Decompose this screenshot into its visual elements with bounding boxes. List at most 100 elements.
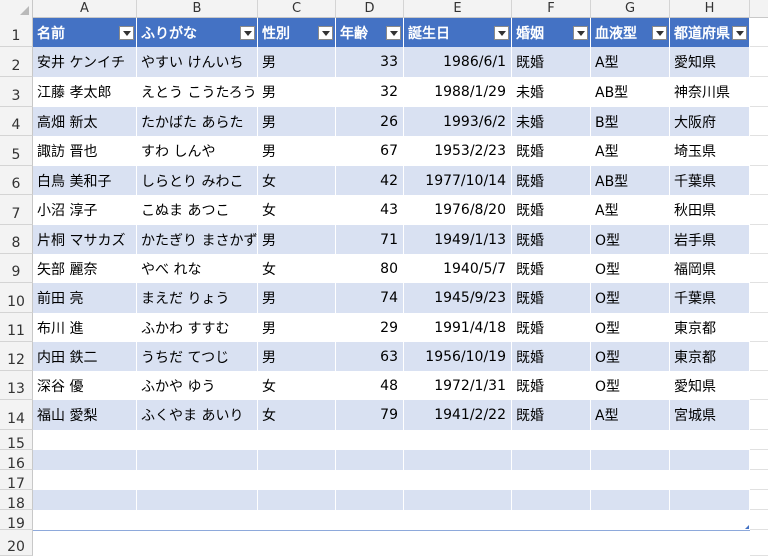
- table-cell[interactable]: 福山 愛梨: [33, 400, 137, 430]
- row-header-1[interactable]: 1: [0, 18, 33, 47]
- column-header-b[interactable]: B: [137, 0, 258, 18]
- table-cell[interactable]: 未婚: [512, 107, 591, 136]
- table-cell[interactable]: AB型: [591, 166, 670, 195]
- table-cell[interactable]: A型: [591, 195, 670, 225]
- table-cell[interactable]: [336, 490, 404, 510]
- table-cell[interactable]: 諏訪 晋也: [33, 136, 137, 166]
- table-cell[interactable]: [258, 510, 336, 530]
- filter-dropdown-icon[interactable]: [318, 25, 333, 40]
- table-cell[interactable]: [33, 470, 137, 490]
- table-cell[interactable]: 男: [258, 47, 336, 77]
- table-cell[interactable]: 既婚: [512, 371, 591, 400]
- table-cell[interactable]: [591, 510, 670, 530]
- table-cell[interactable]: 埼玉県: [670, 136, 750, 166]
- column-header-h[interactable]: H: [670, 0, 750, 18]
- table-header-cell[interactable]: 血液型: [591, 18, 670, 47]
- table-cell[interactable]: 東京都: [670, 342, 750, 371]
- table-cell[interactable]: [512, 490, 591, 510]
- row-header-20[interactable]: 20: [0, 530, 33, 556]
- table-cell[interactable]: 1988/1/29: [404, 77, 512, 107]
- table-cell[interactable]: 小沼 淳子: [33, 195, 137, 225]
- table-cell[interactable]: 男: [258, 313, 336, 342]
- table-cell[interactable]: [137, 450, 258, 470]
- table-cell[interactable]: ふかや ゆう: [137, 371, 258, 400]
- table-cell[interactable]: 深谷 優: [33, 371, 137, 400]
- row-header-11[interactable]: 11: [0, 313, 33, 342]
- table-cell[interactable]: 既婚: [512, 195, 591, 225]
- table-cell[interactable]: 男: [258, 107, 336, 136]
- row-header-12[interactable]: 12: [0, 342, 33, 371]
- table-cell[interactable]: [512, 430, 591, 450]
- table-cell[interactable]: 既婚: [512, 400, 591, 430]
- table-cell[interactable]: A型: [591, 47, 670, 77]
- filter-dropdown-icon[interactable]: [119, 25, 134, 40]
- table-cell[interactable]: 79: [336, 400, 404, 430]
- table-cell[interactable]: かたぎり まさかず: [137, 225, 258, 254]
- table-cell[interactable]: 1991/4/18: [404, 313, 512, 342]
- table-cell[interactable]: 女: [258, 371, 336, 400]
- table-cell[interactable]: 千葉県: [670, 166, 750, 195]
- table-cell[interactable]: 宮城県: [670, 400, 750, 430]
- table-cell[interactable]: [336, 510, 404, 530]
- table-cell[interactable]: [670, 490, 750, 510]
- filter-dropdown-icon[interactable]: [386, 25, 401, 40]
- table-cell[interactable]: 67: [336, 136, 404, 166]
- row-header-18[interactable]: 18: [0, 490, 33, 512]
- column-header-d[interactable]: D: [336, 0, 404, 18]
- table-cell[interactable]: [512, 510, 591, 530]
- table-cell[interactable]: 32: [336, 77, 404, 107]
- row-header-17[interactable]: 17: [0, 470, 33, 492]
- filter-dropdown-icon[interactable]: [652, 25, 667, 40]
- table-cell[interactable]: [591, 470, 670, 490]
- table-cell[interactable]: 既婚: [512, 47, 591, 77]
- row-header-2[interactable]: 2: [0, 47, 33, 77]
- table-cell[interactable]: 1972/1/31: [404, 371, 512, 400]
- table-cell[interactable]: [137, 490, 258, 510]
- table-cell[interactable]: [591, 430, 670, 450]
- table-cell[interactable]: [137, 510, 258, 530]
- table-cell[interactable]: 既婚: [512, 342, 591, 371]
- table-cell[interactable]: AB型: [591, 77, 670, 107]
- table-cell[interactable]: O型: [591, 225, 670, 254]
- table-resize-handle-icon[interactable]: [745, 525, 749, 529]
- table-cell[interactable]: 東京都: [670, 313, 750, 342]
- table-cell[interactable]: 1941/2/22: [404, 400, 512, 430]
- table-cell[interactable]: 1993/6/2: [404, 107, 512, 136]
- table-cell[interactable]: 福岡県: [670, 254, 750, 283]
- table-cell[interactable]: 既婚: [512, 166, 591, 195]
- table-cell[interactable]: [591, 490, 670, 510]
- table-cell[interactable]: こぬま あつこ: [137, 195, 258, 225]
- table-cell[interactable]: [404, 470, 512, 490]
- table-cell[interactable]: 秋田県: [670, 195, 750, 225]
- table-cell[interactable]: [336, 430, 404, 450]
- table-cell[interactable]: 男: [258, 77, 336, 107]
- table-cell[interactable]: やべ れな: [137, 254, 258, 283]
- table-cell[interactable]: 42: [336, 166, 404, 195]
- table-cell[interactable]: 布川 進: [33, 313, 137, 342]
- table-cell[interactable]: 29: [336, 313, 404, 342]
- table-cell[interactable]: [670, 430, 750, 450]
- table-cell[interactable]: たかばた あらた: [137, 107, 258, 136]
- table-header-cell[interactable]: 都道府県: [670, 18, 750, 47]
- table-cell[interactable]: 1976/8/20: [404, 195, 512, 225]
- table-cell[interactable]: O型: [591, 371, 670, 400]
- table-cell[interactable]: 1940/5/7: [404, 254, 512, 283]
- column-header-e[interactable]: E: [404, 0, 512, 18]
- table-header-cell[interactable]: 年齢: [336, 18, 404, 47]
- table-cell[interactable]: 岩手県: [670, 225, 750, 254]
- table-cell[interactable]: ふかわ すすむ: [137, 313, 258, 342]
- table-cell[interactable]: 既婚: [512, 283, 591, 313]
- table-cell[interactable]: [404, 430, 512, 450]
- select-all-corner[interactable]: [0, 0, 33, 18]
- table-cell[interactable]: [404, 510, 512, 530]
- filter-dropdown-icon[interactable]: [573, 25, 588, 40]
- table-cell[interactable]: [33, 510, 137, 530]
- table-cell[interactable]: 男: [258, 283, 336, 313]
- table-cell[interactable]: 内田 鉄二: [33, 342, 137, 371]
- table-cell[interactable]: 1986/6/1: [404, 47, 512, 77]
- table-cell[interactable]: 既婚: [512, 254, 591, 283]
- table-cell[interactable]: 既婚: [512, 136, 591, 166]
- table-cell[interactable]: 男: [258, 342, 336, 371]
- table-cell[interactable]: 白鳥 美和子: [33, 166, 137, 195]
- table-header-cell[interactable]: 名前: [33, 18, 137, 47]
